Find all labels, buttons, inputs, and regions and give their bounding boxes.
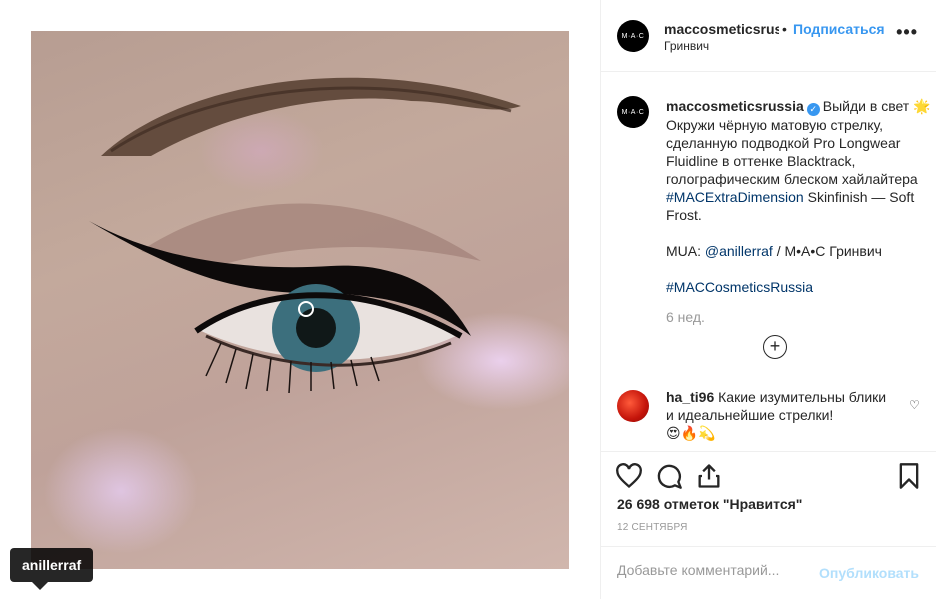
post-age[interactable]: 6 нед. xyxy=(666,309,705,325)
share-icon[interactable] xyxy=(695,462,723,490)
heart-icon[interactable] xyxy=(615,462,643,490)
plus-circle-icon[interactable]: + xyxy=(763,335,787,359)
bookmark-icon[interactable] xyxy=(895,462,923,490)
heart-icon[interactable]: ♡ xyxy=(909,398,920,412)
caption-text: maccosmeticsrussia ✓ Выйди в свет 🌟 Окружи… xyxy=(666,97,931,296)
header-username[interactable]: maccosmeticsrussia xyxy=(664,21,779,37)
likes-count[interactable]: 26 698 отметок "Нравится" xyxy=(617,496,802,512)
comment-avatar[interactable] xyxy=(617,390,649,422)
hashtag-link[interactable]: #MACExtraDimension xyxy=(666,189,804,205)
verified-badge-icon: ✓ xyxy=(806,103,820,116)
follow-button[interactable]: Подписаться xyxy=(793,21,885,37)
post-details-panel: M·A·C maccosmeticsrussia • Подписаться Г… xyxy=(600,0,936,599)
post-date: 12 СЕНТЯБРЯ xyxy=(617,522,688,533)
eye-illustration xyxy=(89,77,521,394)
mua-line: MUA: @anillerraf / M•A•C Гринвич xyxy=(666,242,931,260)
action-bar: 26 698 отметок "Нравится" 12 СЕНТЯБРЯ xyxy=(601,451,936,546)
caption-avatar[interactable]: M·A·C xyxy=(617,96,649,128)
mua-rest: / M•A•C Гринвич xyxy=(776,243,882,259)
mua-handle-link[interactable]: @anillerraf xyxy=(705,243,773,259)
post-comment-button[interactable]: Опубликовать xyxy=(819,565,919,581)
post-photo[interactable] xyxy=(31,31,569,569)
hashtag-link[interactable]: #MACCosmeticsRussia xyxy=(666,279,813,295)
caption-username[interactable]: maccosmeticsrussia xyxy=(666,98,804,114)
comment-username[interactable]: ha_ti96 xyxy=(666,389,714,405)
comment-text: ha_ti96 Какие изумительны блики и идеаль… xyxy=(666,388,896,442)
location-link[interactable]: Гринвич xyxy=(664,39,709,53)
mua-label: MUA: xyxy=(666,243,701,259)
avatar[interactable]: M·A·C xyxy=(617,20,649,52)
separator-dot: • xyxy=(782,21,787,37)
add-comment-section: Опубликовать xyxy=(601,546,936,599)
comment-input[interactable] xyxy=(617,562,807,578)
caption-body: Окружи чёрную матовую стрелку, сделанную… xyxy=(666,117,918,187)
post-media: anillerraf xyxy=(0,0,600,599)
more-options-icon[interactable]: ••• xyxy=(896,22,918,43)
post-header: M·A·C maccosmeticsrussia • Подписаться Г… xyxy=(601,0,936,72)
comment-emoji: 😍🔥💫 xyxy=(666,425,716,441)
comment-icon[interactable] xyxy=(655,462,683,490)
sparkle-emoji: 🌟 xyxy=(913,98,931,114)
user-tag[interactable]: anillerraf xyxy=(10,548,94,590)
hashtag-line: #MACCosmeticsRussia xyxy=(666,278,931,296)
caption-line1: Выйди в свет xyxy=(822,98,910,114)
